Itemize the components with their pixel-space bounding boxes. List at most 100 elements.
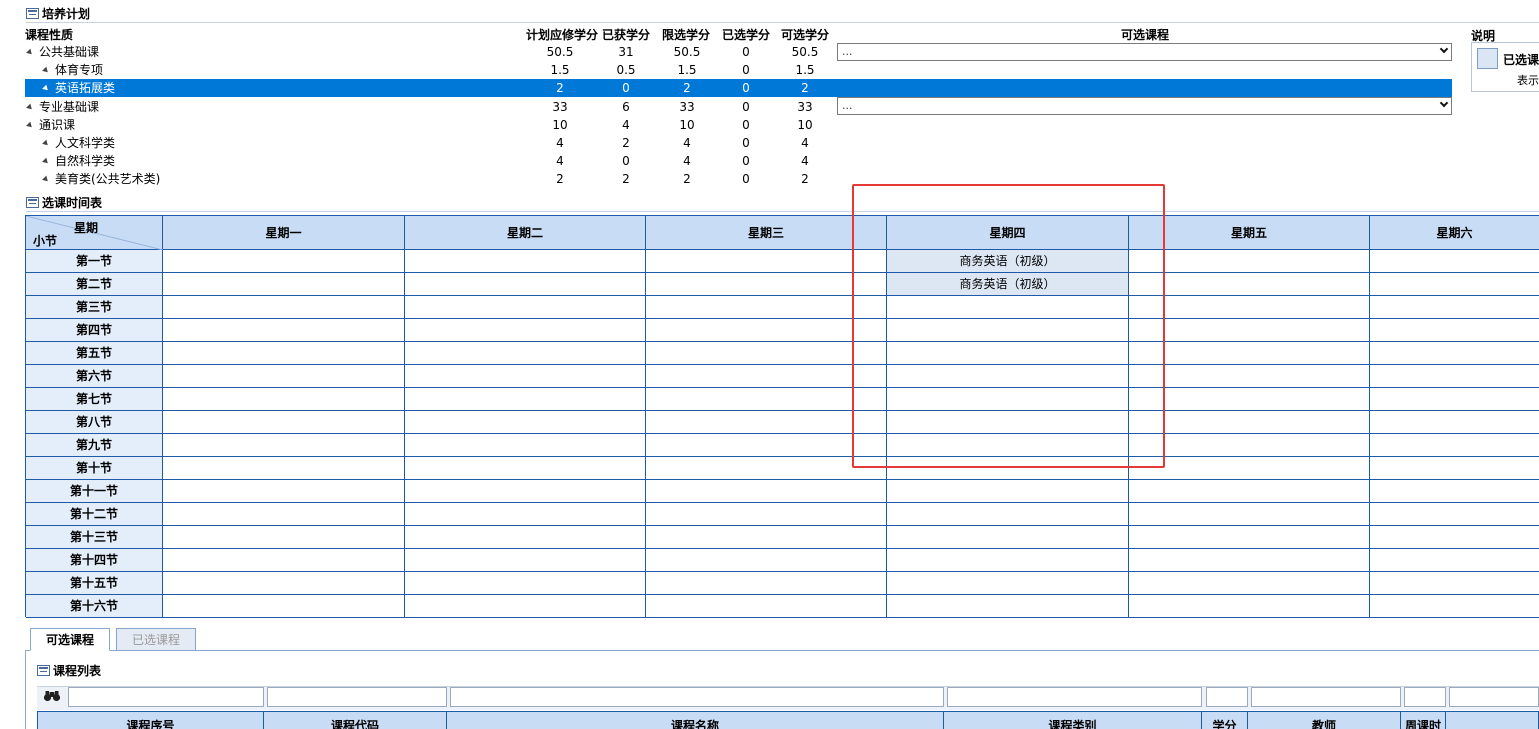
schedule-empty-cell[interactable] (405, 319, 646, 342)
schedule-empty-cell[interactable] (1370, 595, 1539, 618)
schedule-empty-cell[interactable] (163, 595, 405, 618)
col-course-type[interactable]: 课程类别 (944, 711, 1202, 729)
schedule-empty-cell[interactable] (163, 296, 405, 319)
schedule-empty-cell[interactable] (163, 526, 405, 549)
col-extra[interactable] (1446, 711, 1539, 729)
schedule-empty-cell[interactable] (646, 388, 887, 411)
schedule-empty-cell[interactable] (1129, 365, 1370, 388)
filter-course-type[interactable] (947, 687, 1202, 707)
col-course-name[interactable]: 课程名称 (447, 711, 944, 729)
schedule-empty-cell[interactable] (1370, 365, 1539, 388)
schedule-empty-cell[interactable] (405, 388, 646, 411)
schedule-empty-cell[interactable] (1129, 388, 1370, 411)
schedule-empty-cell[interactable] (646, 250, 887, 273)
filter-teacher[interactable] (1251, 687, 1401, 707)
col-course-code[interactable]: 课程代码 (264, 711, 447, 729)
schedule-empty-cell[interactable] (1370, 434, 1539, 457)
schedule-empty-cell[interactable] (163, 572, 405, 595)
expand-triangle-icon[interactable] (26, 48, 34, 57)
schedule-empty-cell[interactable] (887, 526, 1129, 549)
schedule-empty-cell[interactable] (405, 365, 646, 388)
schedule-empty-cell[interactable] (1370, 572, 1539, 595)
schedule-empty-cell[interactable] (163, 250, 405, 273)
schedule-empty-cell[interactable] (163, 549, 405, 572)
course-select-public[interactable]: ... (837, 43, 1452, 61)
schedule-empty-cell[interactable] (163, 388, 405, 411)
schedule-empty-cell[interactable] (1129, 250, 1370, 273)
schedule-empty-cell[interactable] (163, 342, 405, 365)
schedule-empty-cell[interactable] (646, 273, 887, 296)
filter-extra[interactable] (1449, 687, 1539, 707)
schedule-empty-cell[interactable] (887, 480, 1129, 503)
expand-triangle-icon[interactable] (42, 66, 50, 75)
schedule-empty-cell[interactable] (163, 457, 405, 480)
schedule-empty-cell[interactable] (646, 503, 887, 526)
schedule-empty-cell[interactable] (405, 595, 646, 618)
schedule-empty-cell[interactable] (405, 549, 646, 572)
schedule-empty-cell[interactable] (646, 411, 887, 434)
schedule-empty-cell[interactable] (405, 250, 646, 273)
filter-course-seq[interactable] (68, 687, 264, 707)
col-credit[interactable]: 学分 (1202, 711, 1248, 729)
schedule-empty-cell[interactable] (1129, 411, 1370, 434)
schedule-empty-cell[interactable] (1370, 526, 1539, 549)
tab-available-courses[interactable]: 可选课程 (30, 628, 110, 651)
expand-triangle-icon[interactable] (26, 121, 34, 130)
col-teacher[interactable]: 教师 (1248, 711, 1401, 729)
schedule-empty-cell[interactable] (405, 296, 646, 319)
schedule-empty-cell[interactable] (1370, 503, 1539, 526)
schedule-empty-cell[interactable] (1370, 273, 1539, 296)
schedule-empty-cell[interactable] (887, 549, 1129, 572)
filter-weekly-hours[interactable] (1404, 687, 1446, 707)
schedule-empty-cell[interactable] (1370, 319, 1539, 342)
schedule-empty-cell[interactable] (887, 595, 1129, 618)
expand-triangle-icon[interactable] (26, 103, 34, 112)
schedule-empty-cell[interactable] (1370, 388, 1539, 411)
schedule-empty-cell[interactable] (1129, 526, 1370, 549)
col-course-seq[interactable]: 课程序号 (37, 711, 264, 729)
schedule-empty-cell[interactable] (163, 273, 405, 296)
schedule-empty-cell[interactable] (646, 342, 887, 365)
schedule-empty-cell[interactable] (163, 480, 405, 503)
schedule-empty-cell[interactable] (163, 319, 405, 342)
schedule-empty-cell[interactable] (1370, 250, 1539, 273)
schedule-empty-cell[interactable] (646, 319, 887, 342)
schedule-empty-cell[interactable] (646, 549, 887, 572)
expand-triangle-icon[interactable] (42, 84, 50, 93)
plan-row-humanities[interactable]: 人文科学类 42404 (25, 134, 1452, 152)
schedule-empty-cell[interactable] (646, 365, 887, 388)
schedule-empty-cell[interactable] (1129, 434, 1370, 457)
plan-row-natural-sci[interactable]: 自然科学类 40404 (25, 152, 1452, 170)
schedule-empty-cell[interactable] (1370, 342, 1539, 365)
schedule-empty-cell[interactable] (405, 411, 646, 434)
schedule-empty-cell[interactable] (1129, 457, 1370, 480)
filter-course-name[interactable] (450, 687, 944, 707)
schedule-empty-cell[interactable] (405, 503, 646, 526)
schedule-empty-cell[interactable] (1370, 457, 1539, 480)
schedule-empty-cell[interactable] (163, 503, 405, 526)
schedule-empty-cell[interactable] (405, 273, 646, 296)
schedule-empty-cell[interactable] (887, 503, 1129, 526)
schedule-empty-cell[interactable] (887, 572, 1129, 595)
schedule-empty-cell[interactable] (1370, 411, 1539, 434)
expand-triangle-icon[interactable] (42, 175, 50, 184)
course-select-major[interactable]: ... (837, 97, 1452, 115)
plan-row-arts[interactable]: 美育类(公共艺术类) 22202 (25, 170, 1452, 188)
plan-row-pe[interactable]: 体育专项 1.5 0.5 1.5 0 1.5 (25, 61, 1452, 79)
schedule-empty-cell[interactable] (1129, 572, 1370, 595)
col-weekly-hours[interactable]: 周课时 (1401, 711, 1446, 729)
binoculars-icon[interactable] (41, 690, 63, 706)
schedule-empty-cell[interactable] (1370, 480, 1539, 503)
schedule-empty-cell[interactable] (1129, 342, 1370, 365)
schedule-empty-cell[interactable] (163, 434, 405, 457)
schedule-empty-cell[interactable] (1129, 503, 1370, 526)
schedule-empty-cell[interactable] (646, 457, 887, 480)
schedule-empty-cell[interactable] (646, 595, 887, 618)
schedule-empty-cell[interactable] (1129, 480, 1370, 503)
schedule-empty-cell[interactable] (646, 480, 887, 503)
plan-row-english-ext[interactable]: 英语拓展类 20202 (25, 79, 1452, 97)
schedule-empty-cell[interactable] (163, 365, 405, 388)
expand-triangle-icon[interactable] (42, 157, 50, 166)
schedule-empty-cell[interactable] (405, 434, 646, 457)
schedule-empty-cell[interactable] (163, 411, 405, 434)
